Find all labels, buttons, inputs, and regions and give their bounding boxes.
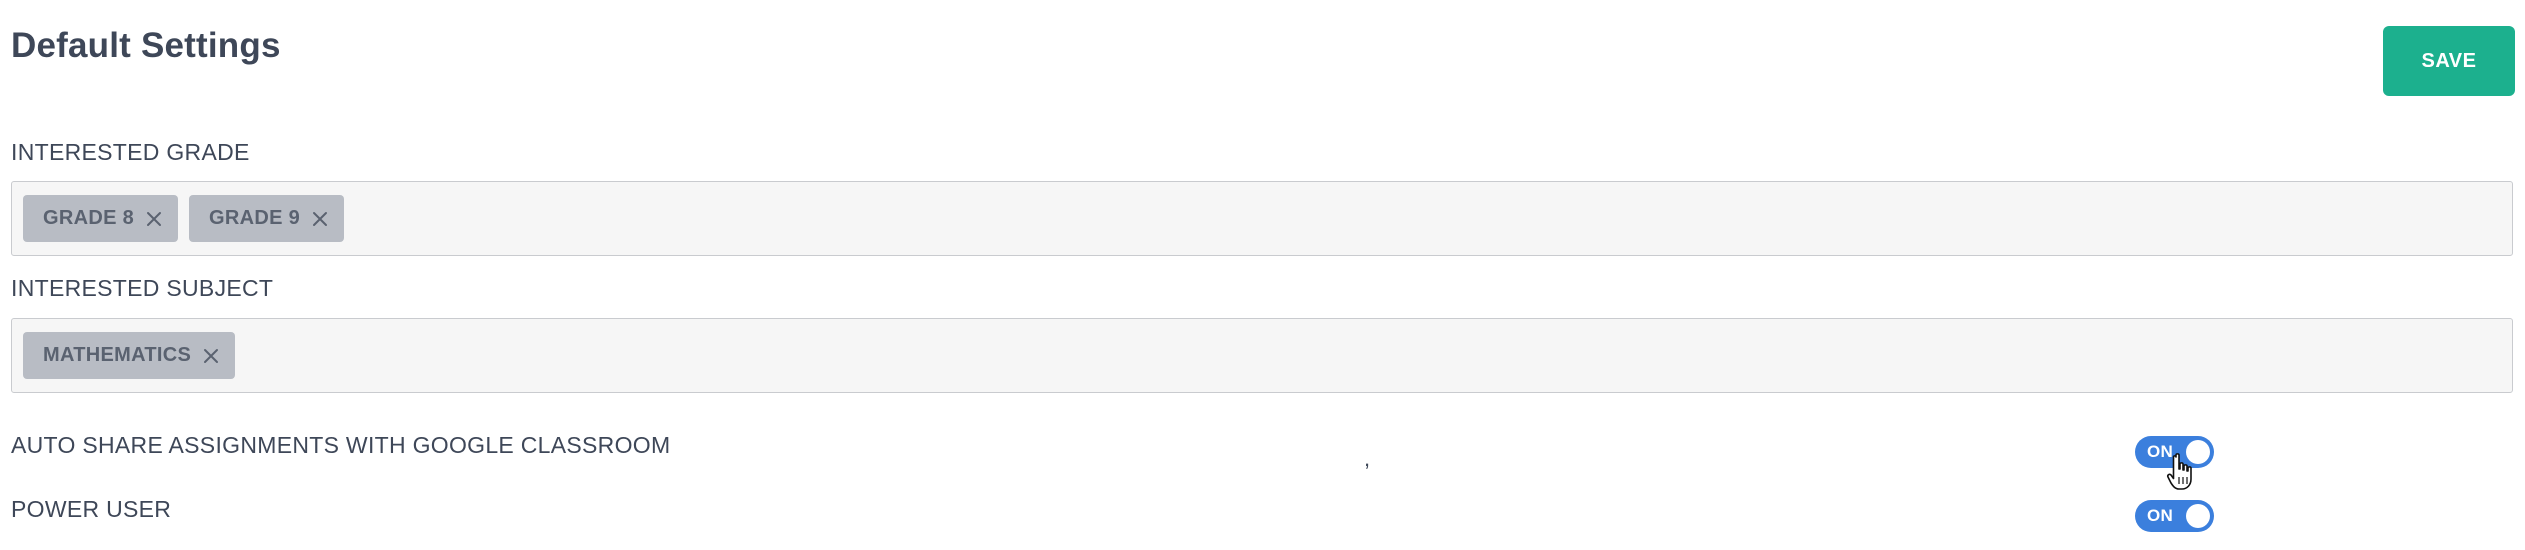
auto-share-label: AUTO SHARE ASSIGNMENTS WITH GOOGLE CLASS… xyxy=(11,432,671,458)
interested-grade-label: INTERESTED GRADE xyxy=(11,139,250,165)
close-icon[interactable] xyxy=(310,209,330,229)
hand-pointer-cursor-icon xyxy=(2166,452,2196,492)
toggle-knob xyxy=(2186,504,2210,528)
interested-grade-input[interactable]: GRADE 8 GRADE 9 xyxy=(11,181,2513,256)
tag-grade-9: GRADE 9 xyxy=(189,195,345,242)
tag-label: GRADE 8 xyxy=(43,207,135,229)
tag-grade-8: GRADE 8 xyxy=(23,195,179,242)
toggle-state-label: ON xyxy=(2147,506,2174,525)
power-user-label: POWER USER xyxy=(11,496,172,522)
save-button[interactable]: SAVE xyxy=(2383,26,2515,96)
tag-mathematics: MATHEMATICS xyxy=(23,332,236,379)
default-settings-page: Default Settings SAVE INTERESTED GRADE G… xyxy=(0,0,2525,550)
interested-subject-input[interactable]: MATHEMATICS xyxy=(11,318,2513,393)
power-user-toggle[interactable]: ON xyxy=(2135,500,2214,532)
close-icon[interactable] xyxy=(201,346,221,366)
tag-label: MATHEMATICS xyxy=(43,344,192,366)
interested-subject-label: INTERESTED SUBJECT xyxy=(11,275,274,301)
page-title: Default Settings xyxy=(11,26,281,65)
close-icon[interactable] xyxy=(144,209,164,229)
stray-comma: , xyxy=(1364,446,1371,471)
tag-label: GRADE 9 xyxy=(209,207,301,229)
